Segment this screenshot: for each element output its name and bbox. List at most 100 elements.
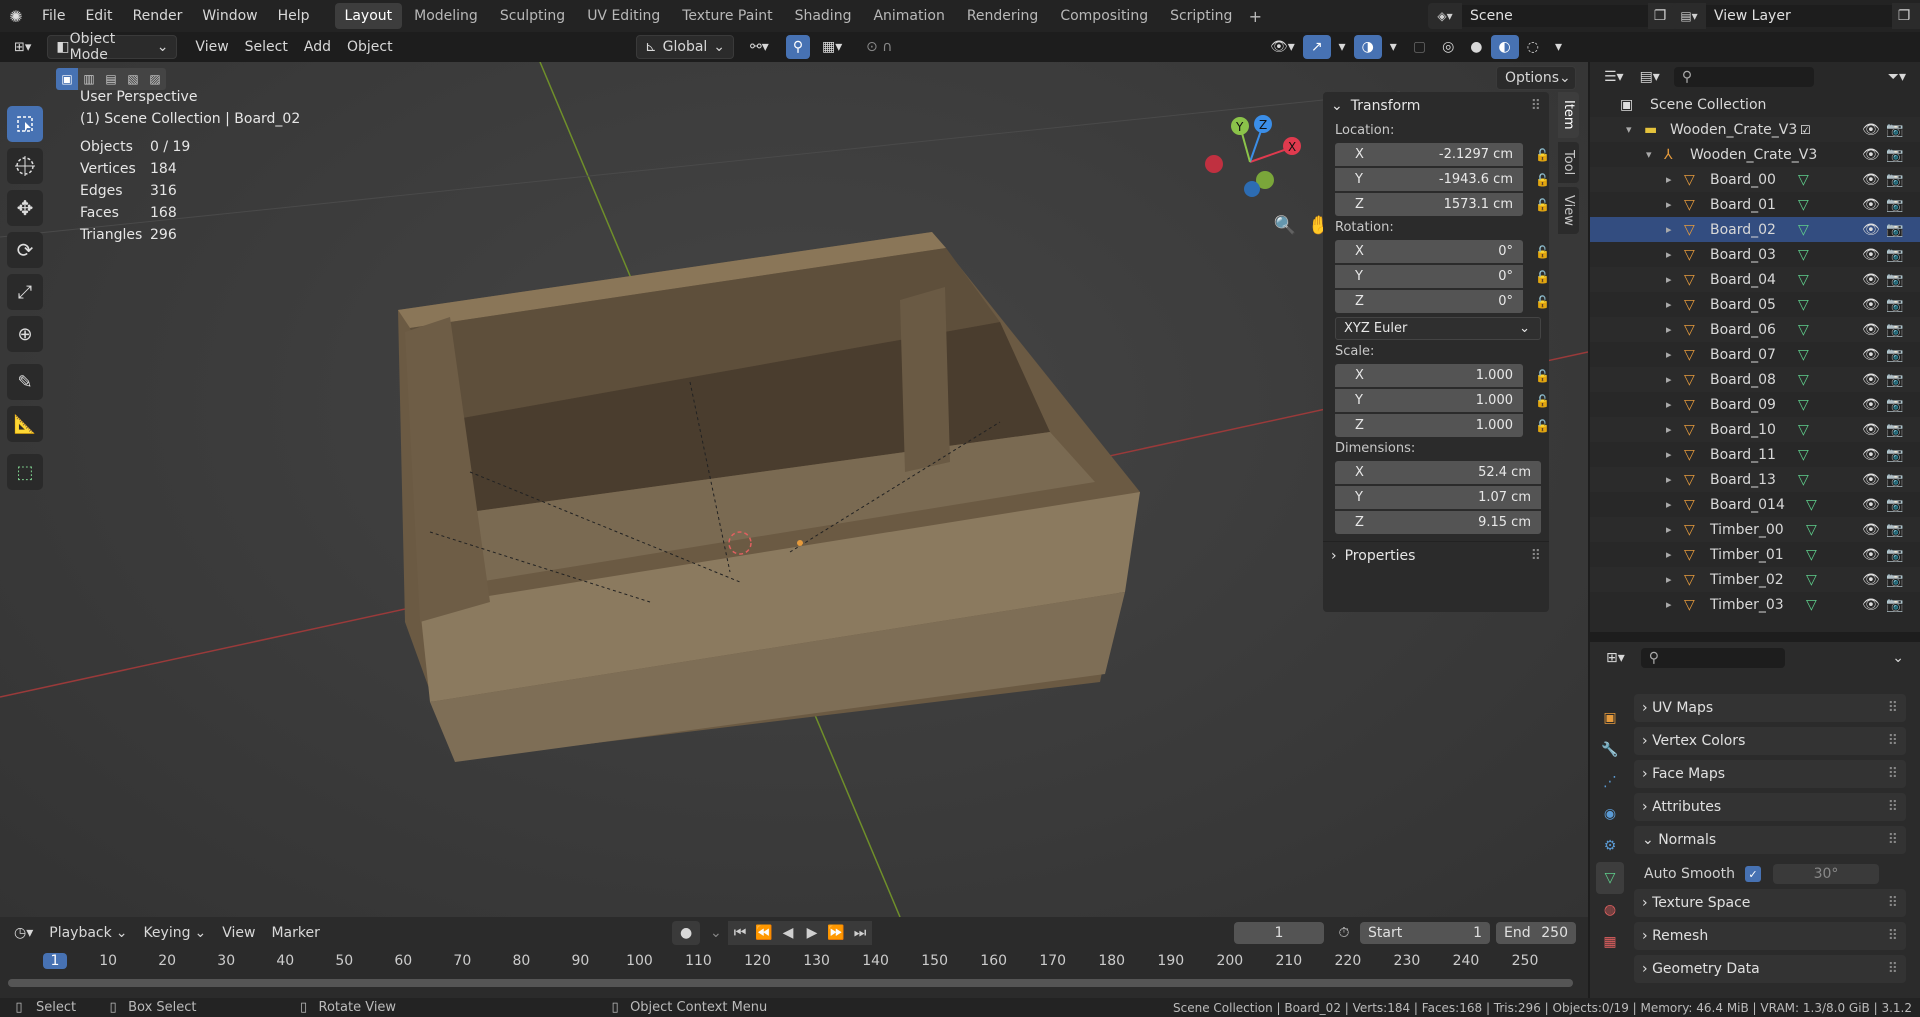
mesh-data-icon[interactable]: ▽	[1798, 347, 1809, 363]
outliner-item-board_09[interactable]: ▸ ▽ Board_09 ▽ 👁 📷	[1590, 392, 1920, 417]
jump-start-icon[interactable]: ⏮	[728, 921, 752, 945]
drag-handle-icon[interactable]: ⠿	[1531, 548, 1541, 564]
rendered-shading-icon[interactable]: ◌	[1519, 35, 1547, 59]
lock-icon[interactable]: 🔓	[1535, 270, 1550, 284]
expand-arrow-icon[interactable]: ▾	[1626, 123, 1644, 136]
particles-tab-icon[interactable]: ⋰	[1596, 766, 1624, 798]
render-camera-icon[interactable]: 📷	[1886, 122, 1903, 138]
eye-icon[interactable]: 👁	[1862, 472, 1880, 488]
drag-handle-icon[interactable]: ⠿	[1888, 766, 1898, 782]
menu-edit[interactable]: Edit	[75, 0, 122, 32]
eye-icon[interactable]: 👁	[1862, 322, 1880, 338]
panel-uv-maps[interactable]: › UV Maps ⠿	[1634, 694, 1906, 722]
lock-icon[interactable]: 🔓	[1535, 369, 1550, 383]
expand-arrow-icon[interactable]: ▸	[1666, 398, 1684, 411]
sidebar-tab-tool[interactable]: Tool	[1558, 141, 1579, 183]
outliner-item-board_01[interactable]: ▸ ▽ Board_01 ▽ 👁 📷	[1590, 192, 1920, 217]
zoom-icon[interactable]: 🔍	[1270, 210, 1300, 240]
panel-vertex-colors[interactable]: › Vertex Colors ⠿	[1634, 727, 1906, 755]
rotation-y-field[interactable]: Y 0°	[1335, 264, 1523, 288]
mesh-data-icon[interactable]: ▽	[1806, 597, 1817, 613]
frame-ruler[interactable]: 1 10 20 30 40 50 60 70 80 90 100 110 120 130 140 150 160…	[0, 949, 1588, 975]
lock-icon[interactable]: 🔓	[1535, 245, 1550, 259]
tab-compositing[interactable]: Compositing	[1050, 3, 1158, 29]
mesh-data-icon[interactable]: ▽	[1798, 447, 1809, 463]
render-camera-icon[interactable]: 📷	[1886, 372, 1903, 388]
pivot-icon[interactable]: ⚯▾	[742, 35, 777, 59]
mesh-data-icon[interactable]: ▽	[1798, 172, 1809, 188]
mesh-data-tab-icon[interactable]: ▽	[1596, 862, 1624, 894]
sidebar-tab-item[interactable]: Item	[1558, 92, 1579, 138]
expand-arrow-icon[interactable]: ▸	[1666, 523, 1684, 536]
render-camera-icon[interactable]: 📷	[1886, 422, 1903, 438]
cursor-tool-icon[interactable]	[7, 148, 43, 184]
render-camera-icon[interactable]: 📷	[1886, 397, 1903, 413]
snap-icon[interactable]: ⚲	[786, 35, 810, 59]
eye-icon[interactable]: 👁	[1862, 372, 1880, 388]
expand-arrow-icon[interactable]: ▸	[1666, 573, 1684, 586]
proportional-edit-icon[interactable]: ⊙ ∩	[858, 35, 900, 59]
eye-icon[interactable]: 👁	[1862, 147, 1880, 163]
dimensions-z-field[interactable]: Z 9.15 cm	[1335, 510, 1541, 534]
outliner-item-board_03[interactable]: ▸ ▽ Board_03 ▽ 👁 📷	[1590, 242, 1920, 267]
dimensions-y-field[interactable]: Y 1.07 cm	[1335, 485, 1541, 509]
panel-face-maps[interactable]: › Face Maps ⠿	[1634, 760, 1906, 788]
mesh-data-icon[interactable]: ▽	[1806, 547, 1817, 563]
drag-handle-icon[interactable]: ⠿	[1888, 928, 1898, 944]
wireframe-shading-icon[interactable]: ◎	[1434, 35, 1462, 59]
render-camera-icon[interactable]: 📷	[1886, 272, 1903, 288]
expand-arrow-icon[interactable]: ▸	[1666, 323, 1684, 336]
select-new-icon[interactable]: ▣	[56, 68, 78, 90]
material-shading-icon[interactable]: ◐	[1490, 35, 1519, 59]
auto-smooth-angle-field[interactable]: 30°	[1772, 864, 1879, 884]
outliner-item-board_07[interactable]: ▸ ▽ Board_07 ▽ 👁 📷	[1590, 342, 1920, 367]
object-tab-icon[interactable]: ▣	[1596, 702, 1624, 734]
render-camera-icon[interactable]: 📷	[1886, 497, 1903, 513]
outliner-item-board_02[interactable]: ▸ ▽ Board_02 ▽ 👁 📷	[1590, 217, 1920, 242]
record-icon[interactable]: ●	[672, 921, 701, 945]
mesh-data-icon[interactable]: ▽	[1798, 272, 1809, 288]
view-layer-name-field[interactable]: View Layer	[1706, 5, 1892, 27]
scene-icon[interactable]: ◈▾	[1428, 3, 1462, 29]
mesh-data-icon[interactable]: ▽	[1806, 572, 1817, 588]
tab-sculpting[interactable]: Sculpting	[490, 3, 575, 29]
timeline-menu-keying[interactable]: Keying ⌄	[135, 921, 214, 945]
scale-y-field[interactable]: Y 1.000	[1335, 388, 1523, 412]
transform-header[interactable]: ⌄ Transform ⠿	[1323, 92, 1549, 120]
mesh-data-icon[interactable]: ▽	[1798, 247, 1809, 263]
navigation-gizmo[interactable]: X Z Y	[1195, 112, 1305, 212]
timeline-menu-marker[interactable]: Marker	[263, 921, 327, 945]
render-camera-icon[interactable]: 📷	[1886, 347, 1903, 363]
eye-icon[interactable]: 👁	[1862, 297, 1880, 313]
expand-arrow-icon[interactable]: ▸	[1666, 248, 1684, 261]
drag-handle-icon[interactable]: ⠿	[1888, 700, 1898, 716]
mesh-data-icon[interactable]: ▽	[1798, 422, 1809, 438]
overlay-menu-icon[interactable]: ▾	[1382, 35, 1405, 59]
menu-window[interactable]: Window	[192, 0, 267, 32]
eye-icon[interactable]: 👁	[1862, 497, 1880, 513]
annotate-tool-icon[interactable]: ✎	[7, 364, 43, 400]
lock-icon[interactable]: 🔓	[1535, 419, 1550, 433]
eye-icon[interactable]: 👁	[1862, 222, 1880, 238]
outliner-item-board_11[interactable]: ▸ ▽ Board_11 ▽ 👁 📷	[1590, 442, 1920, 467]
eye-icon[interactable]: 👁	[1862, 397, 1880, 413]
render-camera-icon[interactable]: 📷	[1886, 572, 1903, 588]
rotate-tool-icon[interactable]: ⟳	[7, 232, 43, 268]
eye-icon[interactable]: 👁	[1862, 447, 1880, 463]
render-camera-icon[interactable]: 📷	[1886, 472, 1903, 488]
new-view-layer-icon[interactable]: ❐	[1892, 3, 1916, 29]
material-tab-icon[interactable]: ◍	[1596, 894, 1624, 926]
select-invert-icon[interactable]: ▧	[122, 68, 144, 90]
timeline-scrollbar[interactable]	[8, 979, 1573, 987]
rotation-x-field[interactable]: X 0°	[1335, 239, 1523, 263]
scale-x-field[interactable]: X 1.000	[1335, 363, 1523, 387]
mesh-data-icon[interactable]: ▽	[1798, 397, 1809, 413]
drag-handle-icon[interactable]: ⠿	[1888, 895, 1898, 911]
rotation-mode-select[interactable]: XYZ Euler ⌄	[1335, 317, 1541, 340]
select-intersect-icon[interactable]: ▨	[144, 68, 166, 90]
location-z-field[interactable]: Z 1573.1 cm	[1335, 192, 1523, 216]
select-subtract-icon[interactable]: ▤	[100, 68, 122, 90]
add-cube-tool-icon[interactable]: ⬚	[7, 454, 43, 490]
outliner-item-board_00[interactable]: ▸ ▽ Board_00 ▽ 👁 📷	[1590, 167, 1920, 192]
panel-geometry-data[interactable]: › Geometry Data ⠿	[1634, 955, 1906, 983]
